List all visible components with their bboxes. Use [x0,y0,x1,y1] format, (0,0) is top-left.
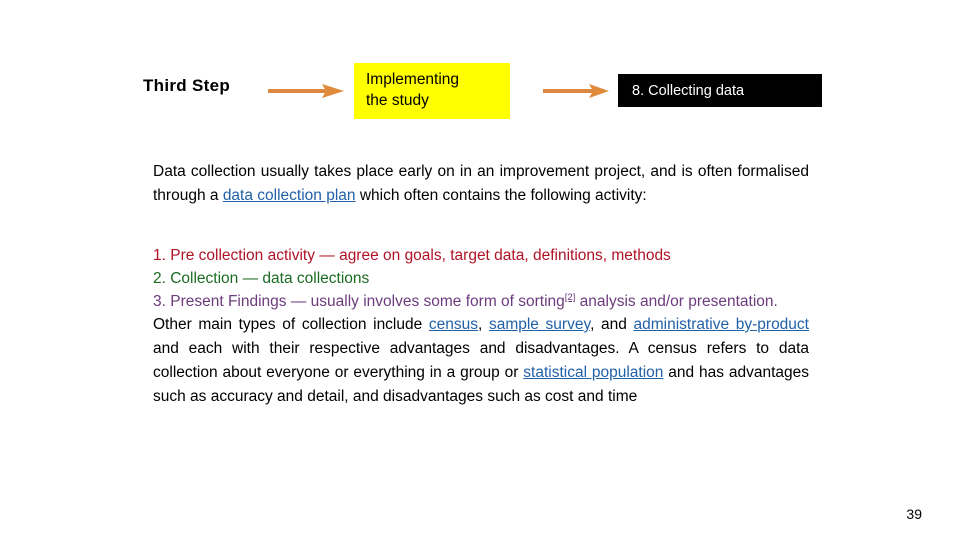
link-statistical-population[interactable]: statistical population [523,364,663,381]
activity-list: 1. Pre collection activity — agree on go… [153,244,809,313]
citation-ref-2-link[interactable]: [2] [565,292,576,303]
page-number: 39 [906,506,922,522]
slide-body: Data collection usually takes place earl… [153,160,809,409]
intro-paragraph: Data collection usually takes place earl… [153,160,809,208]
process-flow-row: Third Step Implementing the study 8. Col… [0,60,960,122]
other-text-c: , and [590,316,634,333]
implementing-study-line-1: Implementing [366,71,460,88]
flow-step-label: Third Step [143,76,231,95]
collecting-data-box: 8. Collecting data [618,74,822,107]
list-item-3: 3. Present Findings — usually involves s… [153,290,809,313]
other-text-a: Other main types of collection include [153,316,429,333]
arrow-right-icon-1 [268,84,344,98]
link-census[interactable]: census [429,316,478,333]
collecting-data-label: 8. Collecting data [632,82,745,99]
other-text-b: , [478,316,489,333]
other-types-paragraph: Other main types of collection include c… [153,313,809,409]
link-administrative-by-product[interactable]: administrative by-product [634,316,809,333]
citation-ref-2[interactable]: [2] [565,292,576,303]
link-sample-survey[interactable]: sample survey [489,316,590,333]
arrow-right-icon-2 [543,84,609,98]
list-item-3-text-b: analysis and/or presentation. [575,293,778,310]
implementing-study-line-2: the study [366,92,429,109]
list-item-1: 1. Pre collection activity — agree on go… [153,247,671,264]
implementing-study-box: Implementing the study [354,63,510,119]
list-item-3-text-a: 3. Present Findings — usually involves s… [153,293,565,310]
link-data-collection-plan[interactable]: data collection plan [223,187,356,204]
list-item-2: 2. Collection — data collections [153,270,370,287]
intro-text-part-2: which often contains the following activ… [355,187,647,204]
